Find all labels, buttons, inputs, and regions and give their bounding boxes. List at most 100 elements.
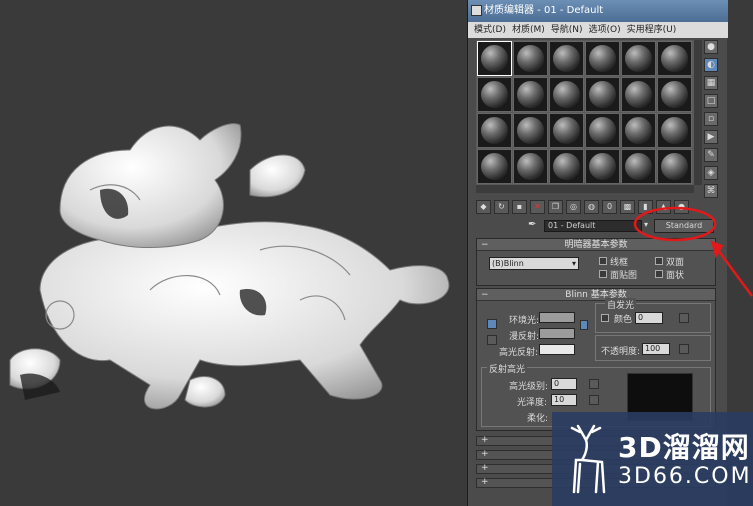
glossiness-spinner[interactable]: 10	[551, 394, 577, 406]
self-illum-map-button[interactable]	[679, 313, 689, 323]
video-color-check-icon[interactable]: ▫	[704, 112, 718, 126]
sample-slot[interactable]	[657, 113, 692, 148]
opacity-spinner[interactable]: 100	[642, 343, 670, 355]
opacity-map-button[interactable]	[679, 344, 689, 354]
sample-slot[interactable]	[657, 41, 692, 76]
sample-slots-grid	[476, 40, 694, 185]
menu-utilities[interactable]: 实用程序(U)	[627, 22, 677, 38]
app-icon	[471, 5, 482, 16]
dragon-model-render	[9, 123, 450, 410]
ambient-color-swatch[interactable]	[539, 312, 575, 323]
go-to-parent-icon[interactable]: ▲	[656, 200, 671, 214]
opacity-label: 不透明度:	[601, 347, 641, 357]
assign-to-selection-icon[interactable]: ▪	[512, 200, 527, 214]
material-id-icon[interactable]: 0	[602, 200, 617, 214]
copy-material-icon[interactable]: ❐	[548, 200, 563, 214]
sample-slot[interactable]	[513, 41, 548, 76]
two-sided-label: 双面	[666, 258, 685, 268]
put-to-scene-icon[interactable]: ↻	[494, 200, 509, 214]
rollout-header[interactable]: − 明暗器基本参数	[477, 239, 715, 251]
sample-slot[interactable]	[585, 41, 620, 76]
menu-bar: 模式(D) 材质(M) 导航(N) 选项(O) 实用程序(U)	[468, 22, 728, 38]
specular-level-spinner[interactable]: 0	[551, 378, 577, 390]
sample-slot[interactable]	[513, 77, 548, 112]
lock-ambient-diffuse-icon[interactable]	[487, 319, 497, 329]
sample-slot[interactable]	[621, 149, 656, 184]
specular-highlights-label: 反射高光	[487, 362, 528, 375]
diffuse-map-button[interactable]	[580, 320, 588, 330]
sample-slot[interactable]	[585, 77, 620, 112]
select-by-material-icon[interactable]: ◈	[704, 166, 718, 180]
sample-type-icon[interactable]: ●	[704, 40, 718, 54]
uv-tiling-icon[interactable]: □	[704, 94, 718, 108]
shader-type-dropdown[interactable]: (B)Blinn ▾	[489, 257, 579, 270]
sample-slot[interactable]	[621, 77, 656, 112]
diffuse-color-swatch[interactable]	[539, 328, 575, 339]
self-illum-color-checkbox[interactable]	[601, 314, 609, 322]
put-to-library-icon[interactable]: ◍	[584, 200, 599, 214]
sample-slot[interactable]	[657, 149, 692, 184]
watermark-line1: 3D溜溜网	[618, 431, 750, 464]
sample-slot[interactable]	[477, 149, 512, 184]
show-in-viewport-icon[interactable]: ▩	[620, 200, 635, 214]
sample-slot[interactable]	[549, 41, 584, 76]
glossiness-label: 光泽度:	[517, 398, 548, 408]
options-icon[interactable]: ✎	[704, 148, 718, 162]
face-map-checkbox[interactable]	[599, 270, 607, 278]
name-dropdown-arrow-icon[interactable]: ▾	[644, 220, 652, 232]
self-illum-color-label: 颜色	[614, 315, 633, 325]
eyedropper-icon[interactable]: ✒	[528, 219, 542, 233]
ambient-label: 环境光:	[509, 316, 540, 326]
sample-slot[interactable]	[549, 113, 584, 148]
face-map-label: 面贴图	[610, 271, 638, 281]
sample-slot[interactable]	[477, 41, 512, 76]
specular-level-map-button[interactable]	[589, 379, 599, 389]
material-editor-titlebar[interactable]: 材质编辑器 - 01 - Default	[468, 0, 728, 22]
backlight-icon[interactable]: ◐	[704, 58, 718, 72]
sample-slot[interactable]	[477, 113, 512, 148]
make-unique-icon[interactable]: ◎	[566, 200, 581, 214]
self-illum-spinner[interactable]: 0	[635, 312, 663, 324]
sample-slot[interactable]	[549, 149, 584, 184]
sample-slot[interactable]	[621, 113, 656, 148]
menu-material[interactable]: 材质(M)	[512, 22, 545, 38]
slots-vertical-scrollbar[interactable]	[694, 40, 702, 185]
menu-options[interactable]: 选项(O)	[589, 22, 621, 38]
material-navigator-icon[interactable]: ⌘	[704, 184, 718, 198]
sample-slot[interactable]	[585, 149, 620, 184]
sample-slot[interactable]	[477, 77, 512, 112]
sample-slot[interactable]	[657, 77, 692, 112]
faceted-label: 面状	[666, 271, 685, 281]
glossiness-map-button[interactable]	[589, 395, 599, 405]
menu-mode[interactable]: 模式(D)	[474, 22, 506, 38]
reset-material-icon[interactable]: ✕	[530, 200, 545, 214]
sample-slot[interactable]	[549, 77, 584, 112]
chevron-down-icon: ▾	[571, 259, 576, 268]
sample-slot[interactable]	[513, 113, 548, 148]
blinn-basic-params-rollout: − Blinn 基本参数 环境光: 漫反射: 高光反射: 自发光 颜色 0 不透明…	[476, 288, 716, 431]
menu-navigation[interactable]: 导航(N)	[551, 22, 583, 38]
sample-slot[interactable]	[585, 113, 620, 148]
two-sided-checkbox[interactable]	[655, 257, 663, 265]
deer-icon	[570, 424, 606, 494]
wireframe-checkbox[interactable]	[599, 257, 607, 265]
get-material-icon[interactable]: ◆	[476, 200, 491, 214]
lock-diffuse-specular-icon[interactable]	[487, 335, 497, 345]
background-icon[interactable]: ▦	[704, 76, 718, 90]
rollout-header[interactable]: − Blinn 基本参数	[477, 289, 715, 301]
material-type-button[interactable]: Standard	[654, 219, 714, 233]
show-end-result-icon[interactable]: ▮	[638, 200, 653, 214]
make-preview-icon[interactable]: ▶	[704, 130, 718, 144]
side-toolbar: ● ◐ ▦ □ ▫ ▶ ✎ ◈ ⌘	[704, 40, 722, 198]
rollout-title: 明暗器基本参数	[564, 240, 628, 250]
go-forward-icon[interactable]: ●	[674, 200, 689, 214]
specular-level-label: 高光级别:	[509, 382, 549, 392]
faceted-checkbox[interactable]	[655, 270, 663, 278]
sample-slot[interactable]	[621, 41, 656, 76]
shader-basic-params-rollout: − 明暗器基本参数 (B)Blinn ▾ 线框 双面 面贴图 面状	[476, 238, 716, 286]
specular-color-swatch[interactable]	[539, 344, 575, 355]
material-name-field[interactable]: 01 - Default	[544, 220, 642, 232]
slots-horizontal-scrollbar[interactable]	[476, 185, 694, 193]
diffuse-label: 漫反射:	[509, 332, 540, 342]
sample-slot[interactable]	[513, 149, 548, 184]
